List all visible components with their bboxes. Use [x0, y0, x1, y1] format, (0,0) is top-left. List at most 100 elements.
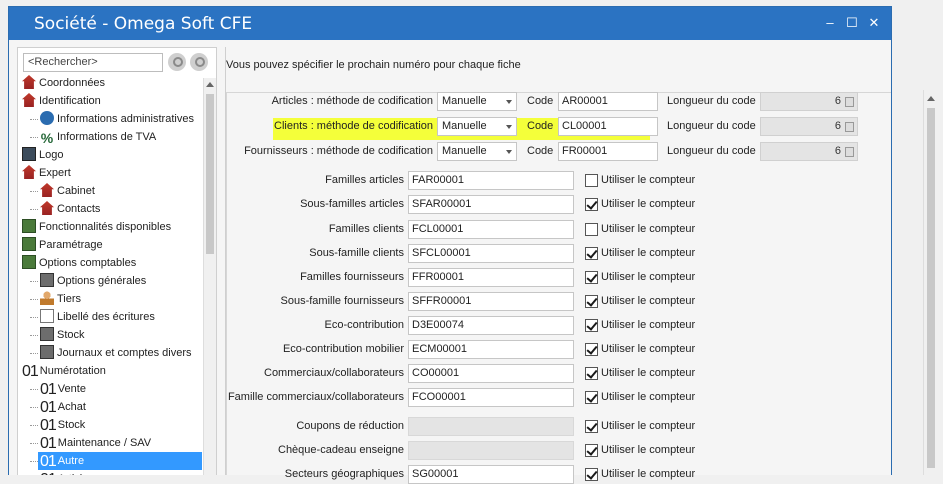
- code-length-spinner[interactable]: 6: [760, 117, 858, 136]
- spin-button[interactable]: [845, 97, 854, 107]
- tree-item[interactable]: 01 Stock: [40, 416, 85, 434]
- tree-connector: [30, 317, 38, 318]
- counter-prefix-field[interactable]: FCL00001: [408, 220, 574, 239]
- tree-item-label: Cabinet: [57, 185, 95, 197]
- tree-item-label: Logo: [39, 149, 64, 161]
- use-counter-label: Utiliser le compteur: [601, 367, 696, 379]
- use-counter-label: Utiliser le compteur: [601, 391, 696, 403]
- use-counter-checkbox[interactable]: [585, 223, 598, 236]
- use-counter-checkbox[interactable]: [585, 271, 598, 284]
- tree-item[interactable]: 01Articles: [40, 470, 94, 475]
- tree-connector: [30, 353, 38, 354]
- window-title: Société - Omega Soft CFE: [34, 14, 253, 34]
- method-select[interactable]: Manuelle: [437, 92, 517, 111]
- tree-item[interactable]: Tiers: [40, 290, 81, 308]
- counter-prefix-field[interactable]: D3E00074: [408, 316, 574, 335]
- use-counter-checkbox[interactable]: [585, 444, 598, 457]
- spin-button[interactable]: [845, 147, 854, 157]
- box-icon: [40, 327, 54, 341]
- tree-item[interactable]: 01 Autre: [38, 452, 202, 470]
- tree-connector: [30, 119, 38, 120]
- use-counter-checkbox[interactable]: [585, 295, 598, 308]
- counter-prefix-field[interactable]: FFR00001: [408, 268, 574, 287]
- tree-item-label: Paramétrage: [39, 239, 103, 251]
- tree-connector: [30, 389, 38, 390]
- counter-prefix-field[interactable]: CO00001: [408, 364, 574, 383]
- tree-item[interactable]: Paramétrage: [22, 236, 103, 254]
- search-icon[interactable]: [168, 53, 186, 71]
- chevron-down-icon[interactable]: [506, 125, 512, 129]
- tree-item[interactable]: Libellé des écritures: [40, 308, 155, 326]
- search-next-icon[interactable]: [190, 53, 208, 71]
- chevron-down-icon[interactable]: [506, 150, 512, 154]
- method-select[interactable]: Manuelle: [437, 117, 517, 136]
- tree-item[interactable]: Coordonnées: [22, 74, 105, 92]
- counter-prefix-field[interactable]: [408, 417, 574, 436]
- counter-row-label: Commerciaux/collaborateurs: [264, 367, 404, 379]
- tree-item[interactable]: Cabinet: [40, 182, 95, 200]
- counter-prefix-field[interactable]: SFCL00001: [408, 244, 574, 263]
- code-field[interactable]: CL00001: [558, 117, 658, 136]
- counter-prefix-field[interactable]: [408, 441, 574, 460]
- tree-item[interactable]: Fonctionnalités disponibles: [22, 218, 171, 236]
- counter-row-label: Familles articles: [325, 174, 404, 186]
- close-button[interactable]: ✕: [867, 16, 881, 30]
- search-input[interactable]: <Rechercher>: [23, 53, 163, 72]
- use-counter-checkbox[interactable]: [585, 420, 598, 433]
- sidebar-scrollbar[interactable]: [203, 78, 216, 475]
- tree-connector: [30, 281, 38, 282]
- code-field[interactable]: AR00001: [558, 92, 658, 111]
- form-scrollbar[interactable]: [923, 90, 937, 475]
- use-counter-checkbox[interactable]: [585, 343, 598, 356]
- tree-item[interactable]: % Informations de TVA: [40, 128, 157, 146]
- tree-item[interactable]: Stock: [40, 326, 85, 344]
- code-length-spinner[interactable]: 6: [760, 92, 858, 111]
- tree-item[interactable]: Journaux et comptes divers: [40, 344, 192, 362]
- counter-prefix-field[interactable]: ECM00001: [408, 340, 574, 359]
- use-counter-checkbox[interactable]: [585, 174, 598, 187]
- use-counter-checkbox[interactable]: [585, 198, 598, 211]
- tree-item[interactable]: 01 Achat: [40, 398, 86, 416]
- tree-item[interactable]: 01 Numérotation: [22, 362, 106, 380]
- tree-item-label: Vente: [57, 383, 86, 395]
- scroll-up-icon[interactable]: [206, 82, 214, 87]
- use-counter-checkbox[interactable]: [585, 319, 598, 332]
- scroll-thumb[interactable]: [206, 94, 214, 254]
- tree-item[interactable]: Identification: [22, 92, 101, 110]
- maximize-button[interactable]: ☐: [845, 16, 859, 30]
- tree-item[interactable]: Informations administratives: [40, 110, 194, 128]
- scroll-thumb[interactable]: [927, 108, 935, 468]
- number-icon: 01: [40, 417, 57, 434]
- code-field[interactable]: FR00001: [558, 142, 658, 161]
- use-counter-checkbox[interactable]: [585, 391, 598, 404]
- tree-item-label: Options générales: [57, 275, 147, 287]
- tree-item[interactable]: 01 Maintenance / SAV: [40, 434, 151, 452]
- tree-item[interactable]: Expert: [22, 164, 71, 182]
- navigation-tree: Coordonnées Identification Informations ad…: [18, 74, 204, 475]
- counter-prefix-field[interactable]: SFAR00001: [408, 195, 574, 214]
- settings-icon: [22, 255, 36, 269]
- tree-item[interactable]: Options générales: [40, 272, 146, 290]
- method-select[interactable]: Manuelle: [437, 142, 517, 161]
- tree-item-label: Tiers: [57, 293, 82, 305]
- tree-item[interactable]: Options comptables: [22, 254, 136, 272]
- tree-item[interactable]: Contacts: [40, 200, 100, 218]
- intro-text: Vous pouvez spécifier le prochain numéro…: [226, 59, 521, 71]
- counter-prefix-field[interactable]: SFFR00001: [408, 292, 574, 311]
- scroll-up-icon[interactable]: [927, 96, 935, 101]
- code-label: Code: [527, 120, 554, 132]
- use-counter-checkbox[interactable]: [585, 367, 598, 380]
- counter-prefix-field[interactable]: FAR00001: [408, 171, 574, 190]
- tree-item[interactable]: Logo: [22, 146, 63, 164]
- use-counter-label: Utiliser le compteur: [601, 319, 696, 331]
- document-icon: [40, 309, 54, 323]
- tree-connector: [30, 443, 38, 444]
- code-length-spinner[interactable]: 6: [760, 142, 858, 161]
- spin-button[interactable]: [845, 122, 854, 132]
- tree-item[interactable]: 01 Vente: [40, 380, 86, 398]
- counter-prefix-field[interactable]: FCO00001: [408, 388, 574, 407]
- chevron-down-icon[interactable]: [506, 100, 512, 104]
- use-counter-checkbox[interactable]: [585, 247, 598, 260]
- house-icon: [22, 165, 36, 179]
- minimize-button[interactable]: –: [823, 16, 837, 30]
